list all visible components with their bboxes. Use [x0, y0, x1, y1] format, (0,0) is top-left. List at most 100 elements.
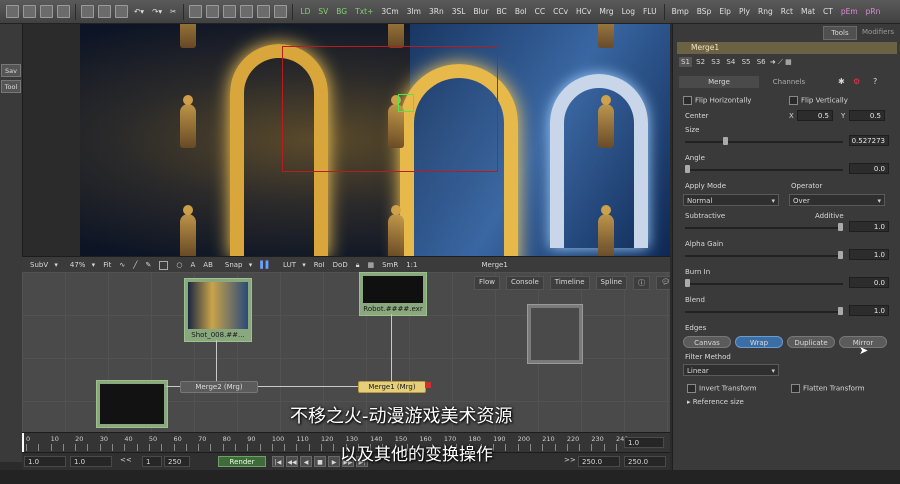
step-back-icon[interactable]: <<: [120, 456, 132, 464]
tool-button-elp[interactable]: Elp: [715, 7, 735, 16]
lock-icon[interactable]: 🔒︎: [356, 261, 360, 270]
flip-vertically-checkbox[interactable]: Flip Vertically: [789, 96, 848, 105]
global-start-field[interactable]: 1.0: [24, 456, 66, 467]
cut-icon[interactable]: ✂: [166, 7, 180, 16]
tool-button-cc[interactable]: CC: [531, 7, 549, 16]
subtractive-additive-field[interactable]: 1.0: [849, 221, 889, 232]
center-crosshair[interactable]: [398, 94, 414, 112]
tool-button-bsp[interactable]: BSp: [693, 7, 716, 16]
settings-icon[interactable]: ✱: [838, 77, 845, 86]
alpha-gain-handle[interactable]: [838, 251, 843, 259]
burn-in-handle[interactable]: [685, 279, 690, 287]
tool-button-log[interactable]: Log: [618, 7, 639, 16]
layout-4-icon[interactable]: [240, 5, 254, 18]
render-button[interactable]: Render: [218, 456, 266, 467]
tool-header[interactable]: Merge1: [677, 42, 897, 54]
merge-foreground-bounds[interactable]: [282, 46, 498, 172]
checker-icon[interactable]: ▦: [367, 261, 374, 269]
color-swatch-icon[interactable]: ▌▌: [260, 261, 271, 269]
edge-canvas-button[interactable]: Canvas: [683, 336, 731, 348]
tool-button[interactable]: Tool: [1, 80, 21, 93]
render-end-field[interactable]: 250.0: [578, 456, 620, 467]
rect-icon[interactable]: [159, 260, 169, 270]
tab-modifiers[interactable]: Modifiers: [859, 26, 897, 38]
tool-button-ccv[interactable]: CCv: [549, 7, 572, 16]
tool-button-sv[interactable]: SV: [314, 7, 332, 16]
layout-1-icon[interactable]: [189, 5, 203, 18]
tool-button-ld[interactable]: LD: [296, 7, 314, 16]
robot-loader-node[interactable]: Robot.####.exr: [359, 272, 427, 316]
open-file-icon[interactable]: [23, 5, 36, 18]
text-a-icon[interactable]: A: [190, 261, 195, 269]
burn-in-slider[interactable]: [685, 283, 843, 285]
flatten-transform-box[interactable]: [791, 384, 800, 393]
flip-horizontally-checkbox[interactable]: Flip Horizontally: [683, 96, 751, 105]
channel-tab-s6[interactable]: S6: [755, 57, 768, 67]
tool-button-mrg[interactable]: Mrg: [595, 7, 617, 16]
lut-dropdown[interactable]: LUT ▾: [279, 261, 306, 269]
invert-transform-checkbox[interactable]: Invert Transform: [687, 384, 757, 393]
tab-timeline[interactable]: Timeline: [549, 276, 590, 290]
save-file-icon[interactable]: [40, 5, 53, 18]
blend-slider[interactable]: [685, 311, 843, 313]
channel-tab-s2[interactable]: S2: [694, 57, 707, 67]
copy-icon[interactable]: [98, 5, 111, 18]
tab-tools[interactable]: Tools: [823, 26, 857, 40]
filter-method-dropdown[interactable]: Linear: [683, 364, 779, 377]
film-icon[interactable]: ▦: [785, 58, 792, 66]
tool-button-bg[interactable]: BG: [332, 7, 351, 16]
smr-button[interactable]: SmR: [382, 261, 398, 269]
edge-wrap-button[interactable]: Wrap: [735, 336, 783, 348]
tool-button-bol[interactable]: Bol: [511, 7, 531, 16]
shot-loader-node[interactable]: Shot_008.##...: [184, 278, 252, 342]
current-frame-field[interactable]: 1: [142, 456, 162, 467]
go-start-button[interactable]: |◀: [272, 456, 284, 467]
tool-button-pem[interactable]: pEm: [837, 7, 862, 16]
play-button[interactable]: ▶: [328, 456, 340, 467]
tool-button-ct[interactable]: CT: [819, 7, 837, 16]
tool-button-3rn[interactable]: 3Rn: [425, 7, 448, 16]
snap-dropdown[interactable]: Snap ▾: [221, 261, 252, 269]
rewind-button[interactable]: ◀◀: [286, 456, 298, 467]
subtab-channels[interactable]: Channels: [765, 76, 813, 88]
tool-button-blur[interactable]: Blur: [469, 7, 492, 16]
step-forward-icon[interactable]: >>: [564, 456, 576, 464]
pick-icon[interactable]: ✎: [146, 261, 152, 269]
channel-tab-s5[interactable]: S5: [740, 57, 753, 67]
layout-5-icon[interactable]: [257, 5, 271, 18]
render-start-field[interactable]: 1.0: [70, 456, 112, 467]
subtractive-additive-slider[interactable]: [685, 227, 843, 229]
arrow-icon[interactable]: ➜: [770, 58, 776, 66]
dod-button[interactable]: DoD: [333, 261, 348, 269]
zoom-dropdown[interactable]: 47% ▾: [66, 261, 95, 269]
connect-icon[interactable]: ⟋: [778, 58, 783, 66]
angle-slider[interactable]: [685, 169, 843, 171]
timeline-end-field[interactable]: 1.0: [624, 437, 664, 448]
roi-button[interactable]: RoI: [314, 261, 325, 269]
merge1-output-port[interactable]: [425, 382, 431, 388]
channel-tab-s4[interactable]: S4: [724, 57, 737, 67]
alpha-gain-slider[interactable]: [685, 255, 843, 257]
tool-button-mat[interactable]: Mat: [797, 7, 819, 16]
save-as-icon[interactable]: [57, 5, 70, 18]
redo-icon[interactable]: ↷▾: [148, 7, 166, 16]
merge2-node[interactable]: Merge2 (Mrg): [180, 381, 258, 393]
new-file-icon[interactable]: [6, 5, 19, 18]
paste-icon[interactable]: [115, 5, 128, 18]
playhead[interactable]: [22, 433, 24, 453]
tab-console[interactable]: Console: [505, 276, 544, 290]
brush-icon[interactable]: ╱: [133, 261, 137, 269]
channel-tab-s1[interactable]: S1: [679, 57, 692, 67]
tool-button-3im[interactable]: 3Im: [403, 7, 425, 16]
edge-duplicate-button[interactable]: Duplicate: [787, 336, 835, 348]
tool-button-flu[interactable]: FLU: [639, 7, 661, 16]
merge1-node[interactable]: Merge1 (Mrg): [358, 381, 426, 393]
tool-button-3sl[interactable]: 3SL: [448, 7, 470, 16]
size-slider[interactable]: [685, 141, 843, 143]
tool-button-hcv[interactable]: HCv: [572, 7, 595, 16]
blend-field[interactable]: 1.0: [849, 305, 889, 316]
channel-tab-s3[interactable]: S3: [709, 57, 722, 67]
info-icon[interactable]: ⓘ: [633, 276, 651, 290]
pen-icon[interactable]: [81, 5, 94, 18]
subtractive-additive-handle[interactable]: [838, 223, 843, 231]
